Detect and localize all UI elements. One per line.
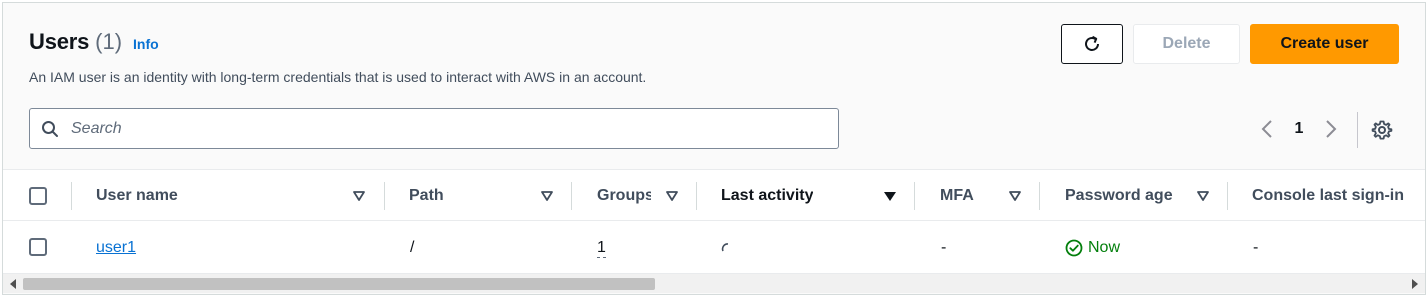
column-separator <box>1227 182 1228 210</box>
panel-header: Users (1) Info An IAM user is an identit… <box>3 3 1425 169</box>
column-label: MFA <box>940 186 974 204</box>
sort-caret-icon[interactable] <box>1008 189 1022 203</box>
select-all-checkbox[interactable] <box>29 187 47 205</box>
page-description: An IAM user is an identity with long-ter… <box>29 69 647 85</box>
column-label: Password age <box>1065 186 1173 204</box>
cell-console-last-sign-in: - <box>1253 239 1259 256</box>
search-input[interactable] <box>71 119 831 138</box>
current-page-number[interactable]: 1 <box>1279 120 1319 138</box>
column-label: Console last sign-in <box>1252 186 1405 204</box>
page-title: Users <box>29 29 90 54</box>
cell-path: / <box>410 239 415 256</box>
cell-groups: 1 <box>597 222 606 274</box>
user-count: (1) <box>95 29 123 54</box>
column-separator <box>384 182 385 210</box>
table-settings-button[interactable] <box>1370 118 1394 142</box>
groups-count[interactable]: 1 <box>597 239 606 258</box>
column-header-last-activity[interactable]: Last activity <box>721 170 871 221</box>
sort-caret-icon[interactable] <box>540 189 554 203</box>
column-label: User name <box>96 186 178 204</box>
password-age-status: Now <box>1065 239 1120 257</box>
column-separator <box>914 182 915 210</box>
cell-mfa: - <box>941 239 947 256</box>
cell-password-age: Now <box>1065 222 1120 274</box>
sort-caret-filled-icon[interactable] <box>883 189 897 203</box>
column-header-user-name[interactable]: User name <box>96 170 356 221</box>
next-page-button[interactable] <box>1319 116 1343 142</box>
cell-last-activity <box>721 222 733 274</box>
users-table: User name Path Groups Last activity MFA … <box>3 169 1425 274</box>
column-separator <box>571 182 572 210</box>
user-name-link[interactable]: user1 <box>96 239 136 257</box>
column-separator <box>696 182 697 210</box>
info-link[interactable]: Info <box>133 36 159 52</box>
sort-caret-icon[interactable] <box>1196 189 1210 203</box>
search-icon <box>41 120 59 138</box>
column-header-console-last-sign-in[interactable]: Console last sign-in <box>1252 170 1424 221</box>
refresh-icon <box>1082 34 1102 54</box>
pager-divider <box>1357 112 1358 148</box>
row-select-checkbox[interactable] <box>29 238 47 256</box>
cell-user-name: user1 <box>96 222 136 274</box>
column-header-mfa[interactable]: MFA <box>940 170 1000 221</box>
scrollbar-thumb[interactable] <box>23 278 655 290</box>
pagination: 1 <box>1255 116 1343 142</box>
users-panel: Users (1) Info An IAM user is an identit… <box>2 2 1426 295</box>
column-separator <box>1039 182 1040 210</box>
scroll-right-arrow-icon[interactable] <box>1409 278 1421 290</box>
table-header: User name Path Groups Last activity MFA … <box>3 170 1425 221</box>
refresh-button[interactable] <box>1061 24 1123 64</box>
sort-caret-icon[interactable] <box>665 189 679 203</box>
scroll-left-arrow-icon[interactable] <box>7 278 19 290</box>
column-label: Last activity <box>721 186 814 204</box>
title-row: Users (1) Info <box>29 29 159 55</box>
chevron-right-icon <box>1325 119 1337 139</box>
horizontal-scrollbar[interactable] <box>3 273 1425 293</box>
gear-icon <box>1371 119 1393 141</box>
column-header-groups[interactable]: Groups <box>597 170 651 221</box>
column-label: Groups <box>597 186 651 204</box>
create-user-button[interactable]: Create user <box>1250 24 1399 64</box>
column-separator <box>71 182 72 210</box>
delete-button[interactable]: Delete <box>1133 24 1240 64</box>
column-header-path[interactable]: Path <box>409 170 529 221</box>
status-positive-icon <box>1065 239 1083 257</box>
sort-caret-icon[interactable] <box>352 189 366 203</box>
chevron-left-icon <box>1261 119 1273 139</box>
loading-spinner-icon <box>721 242 733 254</box>
column-label: Path <box>409 186 444 204</box>
column-header-password-age[interactable]: Password age <box>1065 170 1185 221</box>
search-box[interactable] <box>29 108 839 149</box>
previous-page-button[interactable] <box>1255 116 1279 142</box>
table-row[interactable]: user1 / 1 - Now - <box>3 222 1425 274</box>
password-age-value: Now <box>1088 239 1121 256</box>
